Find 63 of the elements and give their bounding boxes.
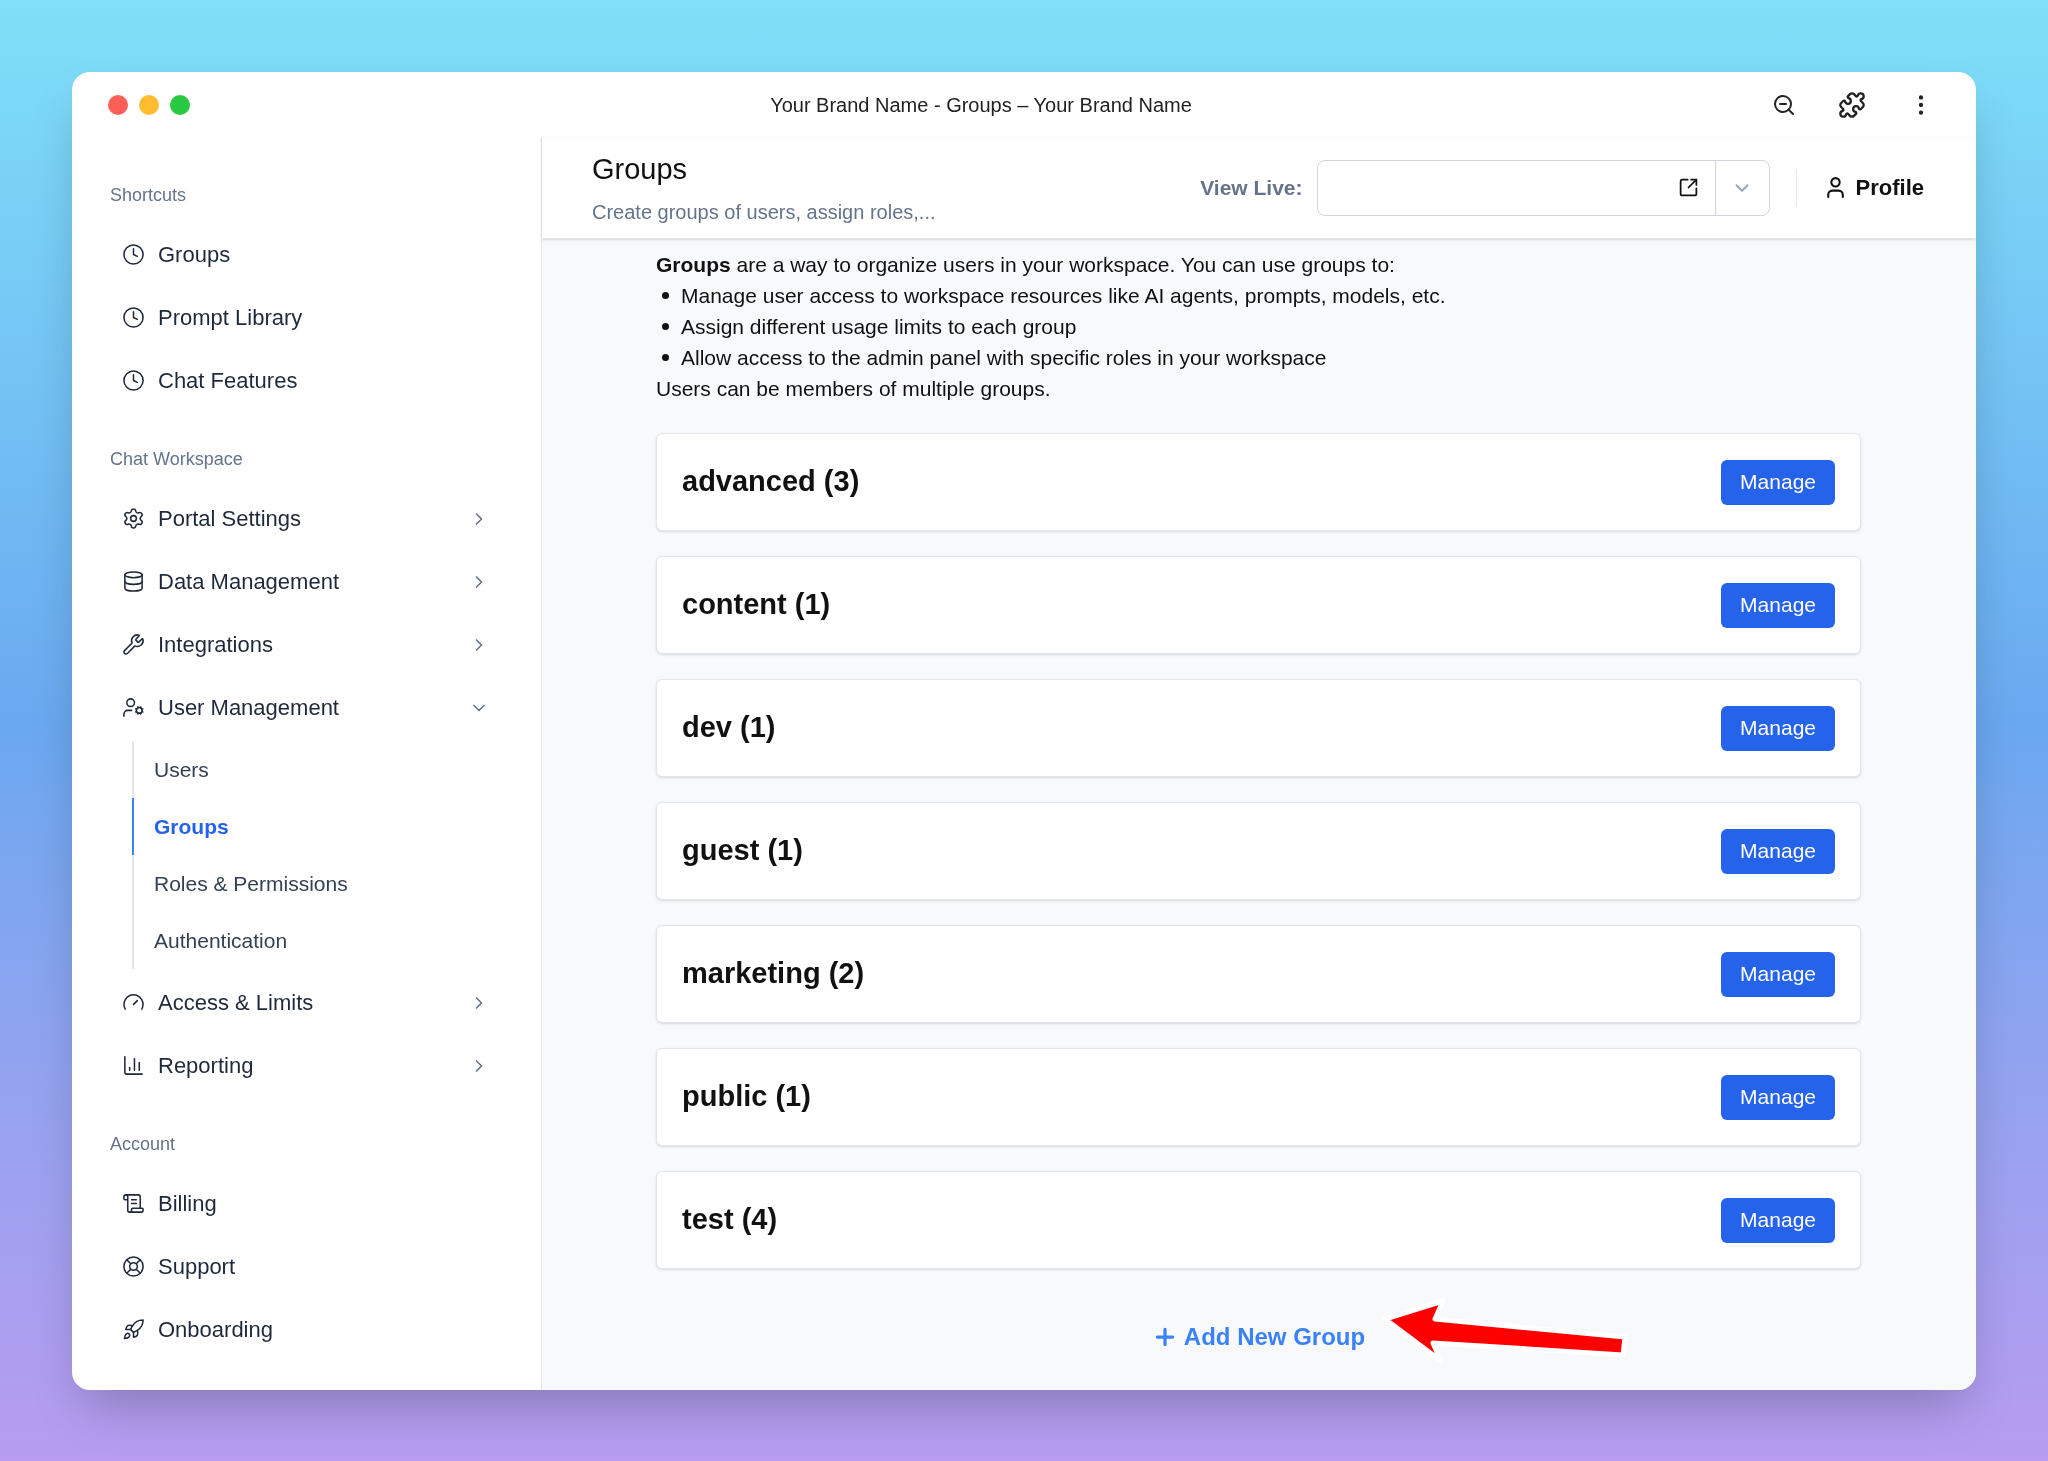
group-name: public (1): [682, 1079, 811, 1115]
manage-button[interactable]: Manage: [1721, 951, 1835, 997]
external-link-icon[interactable]: [1677, 177, 1699, 198]
clock-icon: [122, 369, 145, 392]
intro-text: Users can be members of multiple groups.: [656, 376, 1052, 402]
receipt-icon: [122, 1192, 145, 1215]
sidebar-item[interactable]: Billing: [110, 1172, 503, 1235]
page-title: Groups: [592, 151, 689, 187]
group-name: test (4): [682, 1202, 778, 1238]
group-name: advanced (3): [682, 464, 860, 500]
bar-chart-icon: [122, 1054, 145, 1077]
submenu-item[interactable]: Roles & Permissions: [132, 855, 503, 912]
window-title: Your Brand Name - Groups – Your Brand Name: [770, 92, 1192, 118]
sidebar-item[interactable]: User Management: [110, 676, 503, 739]
minimize-button[interactable]: [139, 94, 159, 115]
view-live-label: View Live:: [1200, 174, 1303, 201]
submenu-item[interactable]: Groups: [132, 798, 503, 855]
manage-button[interactable]: Manage: [1721, 459, 1835, 505]
section-label: Chat Workspace: [110, 448, 244, 471]
page-subtitle: Create groups of users, assign roles,...: [592, 200, 937, 226]
sidebar-item[interactable]: Groups: [110, 223, 503, 286]
rocket-icon: [122, 1318, 145, 1341]
lifebuoy-icon: [122, 1255, 145, 1278]
bullet-icon: [662, 323, 669, 330]
submenu-item[interactable]: Authentication: [132, 912, 503, 969]
bullet-text: Allow access to the admin panel with specific roles in your workspace: [681, 345, 1327, 371]
clock-icon: [122, 243, 145, 266]
clock-icon: [122, 306, 145, 329]
wrench-icon: [122, 633, 145, 656]
sidebar-item[interactable]: Prompt Library: [110, 286, 503, 349]
sidebar-item[interactable]: Data Management: [110, 550, 503, 613]
profile-button[interactable]: Profile: [1822, 171, 1924, 204]
group-name: dev (1): [682, 710, 776, 746]
sidebar-item[interactable]: Onboarding: [110, 1298, 503, 1361]
manage-button[interactable]: Manage: [1721, 1197, 1835, 1243]
submenu-item[interactable]: Users: [132, 741, 503, 798]
bullet-icon: [662, 354, 669, 361]
sidebar-item[interactable]: Support: [110, 1235, 503, 1298]
manage-button[interactable]: Manage: [1721, 828, 1835, 874]
gear-icon: [122, 507, 145, 530]
section-label: Shortcuts: [110, 184, 188, 207]
users-gear-icon: [122, 696, 145, 719]
intro-text: Groups are a way to organize users in your workspace. You can use groups to:: [656, 252, 1396, 278]
manage-button[interactable]: Manage: [1721, 582, 1835, 628]
bullet-text: Manage user access to workspace resources like AI agents, prompts, models, etc.: [681, 283, 1446, 309]
group-name: marketing (2): [682, 956, 865, 992]
group-name: content (1): [682, 587, 831, 623]
close-button[interactable]: [108, 94, 128, 115]
manage-button[interactable]: Manage: [1721, 1074, 1835, 1120]
manage-button[interactable]: Manage: [1721, 705, 1835, 751]
group-name: guest (1): [682, 833, 803, 869]
sidebar-item[interactable]: Access & Limits: [110, 971, 503, 1034]
sidebar-item[interactable]: Reporting: [110, 1034, 503, 1097]
bullet-icon: [662, 292, 669, 299]
zoom-out-icon[interactable]: [1772, 92, 1796, 117]
bullet-text: Assign different usage limits to each group: [681, 314, 1077, 340]
database-icon: [122, 570, 145, 593]
sidebar-item[interactable]: Portal Settings: [110, 487, 503, 550]
sidebar-item[interactable]: Integrations: [110, 613, 503, 676]
puzzle-icon[interactable]: [1838, 90, 1866, 119]
section-label: Account: [110, 1133, 177, 1156]
sidebar-item[interactable]: Chat Features: [110, 349, 503, 412]
zoom-button[interactable]: [170, 94, 190, 115]
